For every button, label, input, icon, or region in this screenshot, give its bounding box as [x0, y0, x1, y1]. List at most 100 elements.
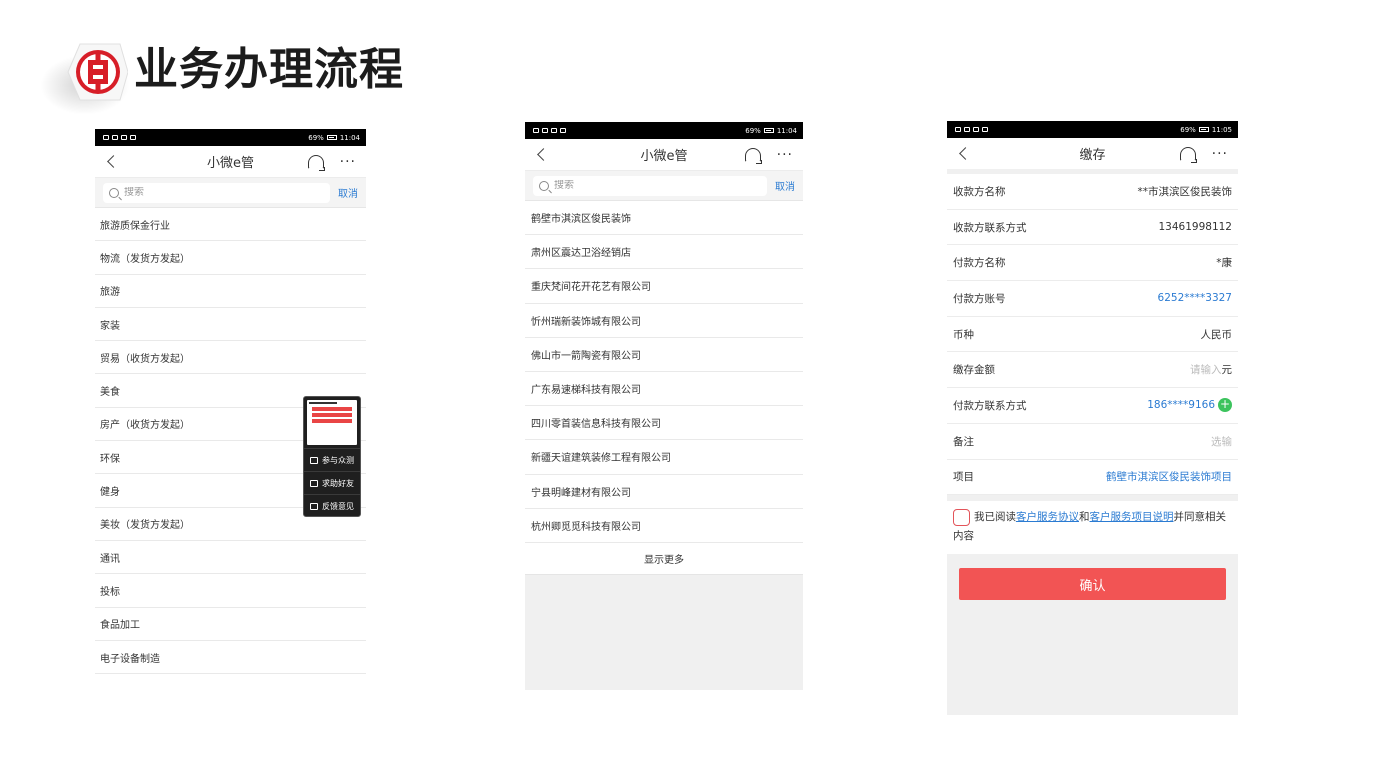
list-item[interactable]: 投标 [95, 574, 366, 608]
form-row[interactable]: 缴存金额 请输入元 [947, 352, 1238, 389]
nav-bar: 小微e管 ··· [525, 139, 803, 170]
service-item-link[interactable]: 客户服务项目说明 [1090, 511, 1174, 523]
search-row: 取消 [525, 170, 803, 201]
list-item[interactable]: 物流（发货方发起） [95, 241, 366, 275]
signal-icon [955, 127, 961, 132]
form-input[interactable]: 选输 [1211, 436, 1232, 448]
back-icon[interactable] [535, 148, 549, 162]
nfc-icon [121, 135, 127, 140]
phone-screen-deposit-form: 69% 11:05 缴存 ··· 收款方名称 **市淇滨区俊民装饰 收款方联系方式 13… [947, 121, 1238, 715]
form-value[interactable]: 人民币 [1201, 329, 1233, 341]
form-row[interactable]: 付款方账号 6252****3327 [947, 281, 1238, 317]
show-more-button[interactable]: 显示更多 [525, 542, 803, 575]
list-item[interactable]: 旅游 [95, 275, 366, 308]
list-item[interactable]: 忻州瑞新装饰城有限公司 [525, 304, 803, 338]
list-item[interactable]: 家装 [95, 308, 366, 342]
form-row[interactable]: 币种 人民币 [947, 317, 1238, 353]
wifi-icon [112, 135, 118, 140]
bluetooth-icon [982, 127, 988, 132]
popup-item[interactable]: 反馈意见 [304, 494, 360, 516]
form-row[interactable]: 收款方联系方式 13461998112 [947, 210, 1238, 246]
nfc-icon [973, 127, 979, 132]
form-value[interactable]: **市淇滨区俊民装饰 [1138, 186, 1233, 198]
status-time: 11:04 [776, 126, 797, 135]
form-label: 缴存金额 [953, 364, 995, 377]
customer-service-icon[interactable] [307, 154, 325, 171]
form-value[interactable]: 13461998112 [1159, 221, 1233, 233]
list-item[interactable]: 佛山市一箭陶瓷有限公司 [525, 338, 803, 372]
list-item[interactable]: 旅游质保金行业 [95, 208, 366, 242]
form-value-wrap: 请输入元 [1190, 362, 1232, 377]
list-item[interactable]: 新疆天谊建筑装修工程有限公司 [525, 440, 803, 475]
form-value[interactable]: *康 [1216, 257, 1232, 269]
search-input[interactable] [554, 180, 761, 191]
list-item[interactable]: 贸易（收货方发起） [95, 341, 366, 375]
agree-checkbox[interactable] [953, 508, 970, 526]
wifi-icon [542, 128, 548, 133]
wifi-icon [964, 127, 970, 132]
nav-bar: 小微e管 ··· [95, 146, 366, 177]
form-value[interactable]: 186****9166 [1147, 399, 1215, 411]
more-icon[interactable]: ··· [340, 155, 356, 169]
form-value-wrap: **市淇滨区俊民装饰 [1138, 184, 1233, 199]
feedback-icon [310, 502, 318, 510]
more-icon[interactable]: ··· [777, 148, 793, 162]
form-input[interactable]: 请输入 [1190, 364, 1222, 376]
form-label: 项目 [953, 471, 974, 484]
more-icon[interactable]: ··· [1212, 147, 1228, 161]
help-friend-icon [310, 479, 318, 487]
search-input[interactable] [124, 187, 324, 198]
list-item[interactable]: 食品加工 [95, 608, 366, 641]
form-value[interactable]: 6252****3327 [1158, 292, 1232, 304]
confirm-button[interactable]: 确认 [959, 568, 1226, 601]
form-row[interactable]: 收款方名称 **市淇滨区俊民装饰 [947, 174, 1238, 210]
form-row[interactable]: 备注 选输 [947, 424, 1238, 460]
form-value-wrap: *康 [1216, 255, 1232, 270]
battery-icon [326, 135, 337, 140]
list-item[interactable]: 杭州卿觅觅科技有限公司 [525, 509, 803, 543]
form-row[interactable]: 付款方联系方式 186****9166 + [947, 388, 1238, 424]
form-row[interactable]: 项目 鹤壁市淇滨区俊民装饰项目 [947, 460, 1238, 496]
merchant-list: 鹤壁市淇滨区俊民装饰 肃州区震达卫浴经销店 重庆梵间花开花艺有限公司 忻州瑞新装饰城有… [525, 201, 803, 543]
cancel-button[interactable]: 取消 [338, 185, 358, 200]
phone-screen-industry-list: 69% 11:04 小微e管 ··· 取消 旅游质保金行业物流（发货方发起）旅游家… [95, 129, 366, 678]
add-contact-icon[interactable]: + [1218, 398, 1232, 413]
list-item[interactable]: 宁县明峰建材有限公司 [525, 475, 803, 509]
form-label: 币种 [953, 328, 974, 341]
list-item[interactable]: 电子设备制造 [95, 641, 366, 675]
popup-item[interactable]: 求助好友 [304, 471, 360, 494]
nfc-icon [551, 128, 557, 133]
popup-item[interactable]: 参与众测 [304, 448, 360, 471]
battery-icon [763, 128, 774, 133]
back-icon[interactable] [957, 147, 971, 161]
status-time: 11:05 [1211, 125, 1232, 134]
crowd-test-icon [310, 456, 318, 464]
slide-header: 业务办理流程 [0, 0, 600, 115]
search-box[interactable] [533, 175, 767, 196]
list-item[interactable]: 通讯 [95, 541, 366, 575]
signal-icon [533, 128, 539, 133]
list-item[interactable]: 四川零首装信息科技有限公司 [525, 406, 803, 441]
form-value[interactable]: 鹤壁市淇滨区俊民装饰项目 [1106, 471, 1232, 483]
customer-service-icon[interactable] [744, 147, 762, 164]
form-value-wrap: 鹤壁市淇滨区俊民装饰项目 [1106, 469, 1232, 484]
status-bar: 69% 11:04 [525, 122, 803, 139]
list-item[interactable]: 肃州区震达卫浴经销店 [525, 235, 803, 270]
currency-unit: 元 [1221, 364, 1233, 377]
deposit-form: 收款方名称 **市淇滨区俊民装饰 收款方联系方式 13461998112 付款方名称 *康… [947, 174, 1238, 496]
search-box[interactable] [103, 182, 330, 203]
phone-screen-merchant-list: 69% 11:04 小微e管 ··· 取消 鹤壁市淇滨区俊民装饰肃州区震达卫浴经销… [525, 122, 803, 690]
battery-level: 69% [745, 126, 761, 135]
cancel-button[interactable]: 取消 [775, 178, 795, 193]
list-item[interactable]: 重庆梵间花开花艺有限公司 [525, 269, 803, 304]
list-item[interactable]: 鹤壁市淇滨区俊民装饰 [525, 201, 803, 236]
form-label: 备注 [953, 435, 974, 448]
list-item[interactable]: 广东易速梯科技有限公司 [525, 372, 803, 407]
bluetooth-icon [130, 135, 136, 140]
customer-service-icon[interactable] [1179, 146, 1197, 163]
back-icon[interactable] [105, 155, 119, 169]
popup-item-label: 求助好友 [322, 478, 354, 488]
service-agreement-link[interactable]: 客户服务协议 [1016, 511, 1079, 523]
battery-level: 69% [1180, 125, 1196, 134]
form-row[interactable]: 付款方名称 *康 [947, 245, 1238, 282]
